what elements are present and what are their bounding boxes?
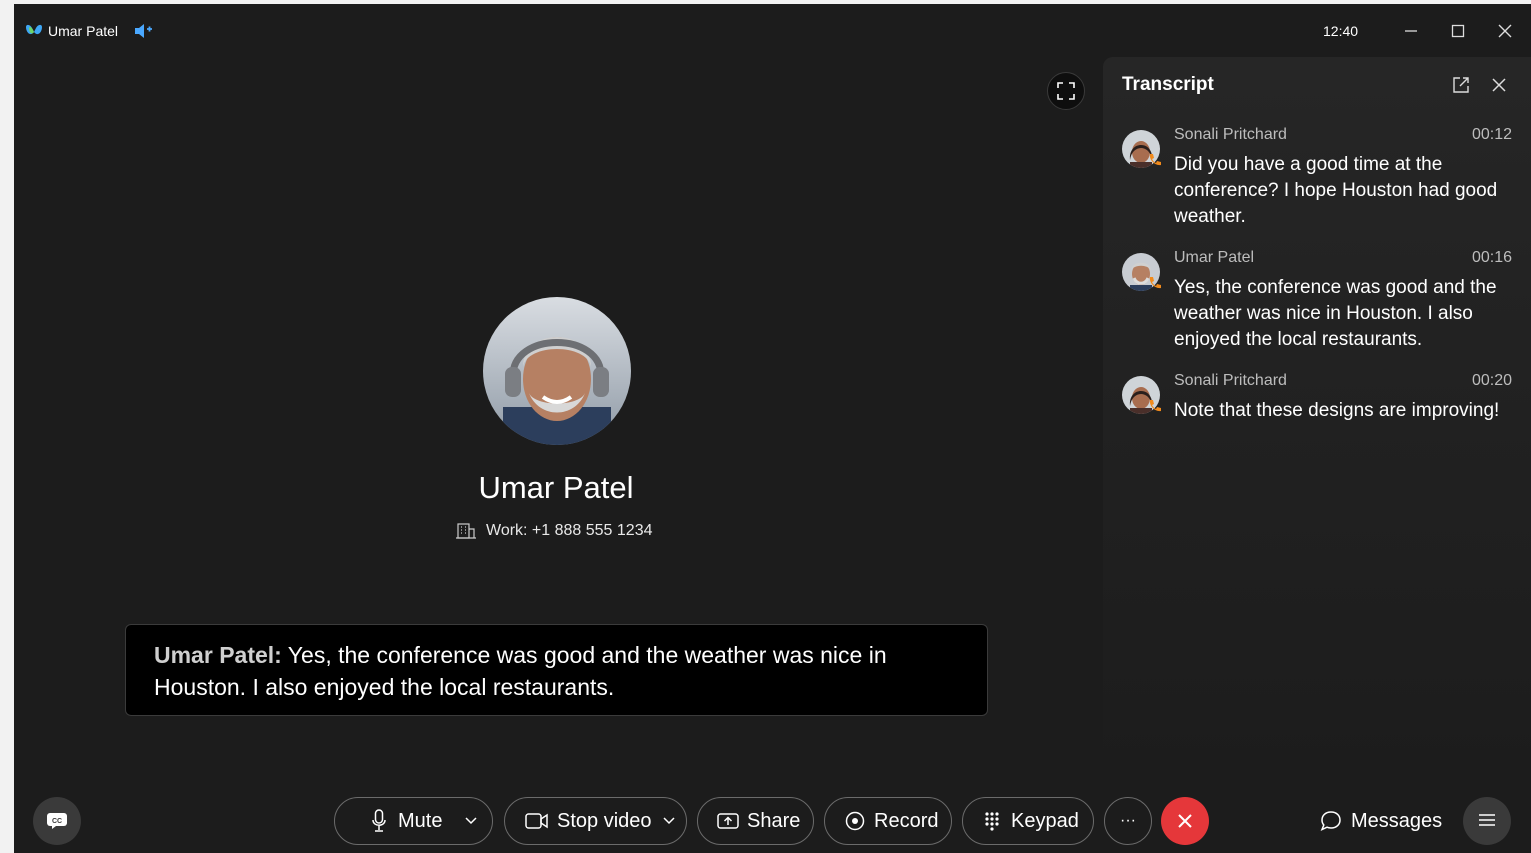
end-call-button[interactable]: [1161, 797, 1209, 845]
keypad-icon: [984, 811, 1000, 831]
entry-time: 00:20: [1471, 372, 1512, 389]
entry-text: Did you have a good time at the conferen…: [1174, 154, 1498, 227]
entry-time: 00:12: [1471, 126, 1512, 143]
popout-button[interactable]: [1450, 74, 1472, 96]
call-window: Umar Patel 12:40 Umar Patel Work: +1 888…: [14, 4, 1531, 853]
caption-speaker: Umar Patel:: [154, 642, 282, 668]
clock: 12:40: [1323, 23, 1359, 39]
fullscreen-icon: [1057, 82, 1075, 100]
popout-icon: [1453, 77, 1469, 93]
chevron-down-icon[interactable]: [662, 816, 676, 826]
minimize-button[interactable]: [1397, 18, 1425, 44]
messages-button[interactable]: Messages: [1320, 808, 1442, 834]
closed-captions-button[interactable]: CC: [33, 797, 81, 845]
phone-badge-icon: [1149, 154, 1161, 166]
entry-speaker: Sonali Pritchard: [1174, 126, 1287, 143]
menu-button[interactable]: [1463, 797, 1511, 845]
microphone-icon: [371, 809, 387, 833]
keypad-button[interactable]: Keypad: [962, 797, 1094, 845]
transcript-title: Transcript: [1122, 74, 1214, 95]
closed-captions-icon: CC: [47, 813, 67, 829]
entry-speaker: Sonali Pritchard: [1174, 372, 1287, 389]
close-icon: [1492, 78, 1506, 92]
title-bar: Umar Patel 12:40: [14, 4, 1531, 56]
mute-button[interactable]: Mute: [334, 797, 493, 845]
more-icon: ···: [1120, 812, 1136, 829]
caller-avatar: [483, 297, 631, 445]
share-button[interactable]: Share: [697, 797, 814, 845]
messages-label: Messages: [1351, 809, 1443, 832]
end-call-icon: [1178, 814, 1192, 828]
transcript-panel: Transcript Sonali Pritchard 00:12 Did yo…: [1103, 57, 1531, 787]
minimize-icon: [1405, 30, 1417, 32]
webex-logo-icon: [26, 24, 42, 35]
caller-phone-text: Work: +1 888 555 1234: [486, 522, 653, 539]
chevron-down-icon[interactable]: [464, 816, 478, 826]
mute-label: Mute: [398, 809, 443, 832]
close-transcript-button[interactable]: [1488, 74, 1510, 96]
more-options-button[interactable]: ···: [1104, 797, 1152, 845]
caller-name: Umar Patel: [478, 470, 634, 505]
fullscreen-button[interactable]: [1047, 72, 1085, 110]
svg-text:CC: CC: [52, 818, 62, 825]
close-window-button[interactable]: [1491, 18, 1519, 44]
record-icon: [845, 811, 865, 831]
entry-speaker: Umar Patel: [1174, 249, 1255, 266]
speaker-icon[interactable]: [133, 22, 153, 40]
menu-lines-icon: [1479, 814, 1495, 826]
share-label: Share: [747, 809, 801, 832]
entry-text: Yes, the conference was good and the wea…: [1174, 277, 1497, 350]
live-caption: Umar Patel: Yes, the conference was good…: [125, 624, 988, 716]
entry-time: 00:16: [1471, 249, 1512, 266]
record-label: Record: [874, 809, 939, 832]
transcript-entry: Umar Patel 00:16 Yes, the conference was…: [1122, 249, 1512, 359]
record-button[interactable]: Record: [824, 797, 952, 845]
transcript-entry: Sonali Pritchard 00:20 Note that these d…: [1122, 372, 1512, 432]
share-screen-icon: [717, 812, 739, 830]
entry-text: Note that these designs are improving!: [1174, 400, 1500, 421]
phone-badge-icon: [1149, 277, 1161, 289]
caller-phone: Work: +1 888 555 1234: [456, 520, 653, 542]
window-title: Umar Patel: [48, 23, 119, 39]
stop-video-button[interactable]: Stop video: [504, 797, 687, 845]
building-icon: [456, 523, 476, 539]
close-icon: [1498, 24, 1512, 38]
video-camera-icon: [525, 812, 549, 830]
chat-bubble-icon: [1320, 811, 1341, 831]
stop-video-label: Stop video: [557, 809, 652, 832]
maximize-icon: [1451, 24, 1465, 38]
phone-badge-icon: [1149, 400, 1161, 412]
keypad-label: Keypad: [1011, 809, 1079, 832]
transcript-entry: Sonali Pritchard 00:12 Did you have a go…: [1122, 126, 1512, 236]
maximize-button[interactable]: [1444, 18, 1472, 44]
